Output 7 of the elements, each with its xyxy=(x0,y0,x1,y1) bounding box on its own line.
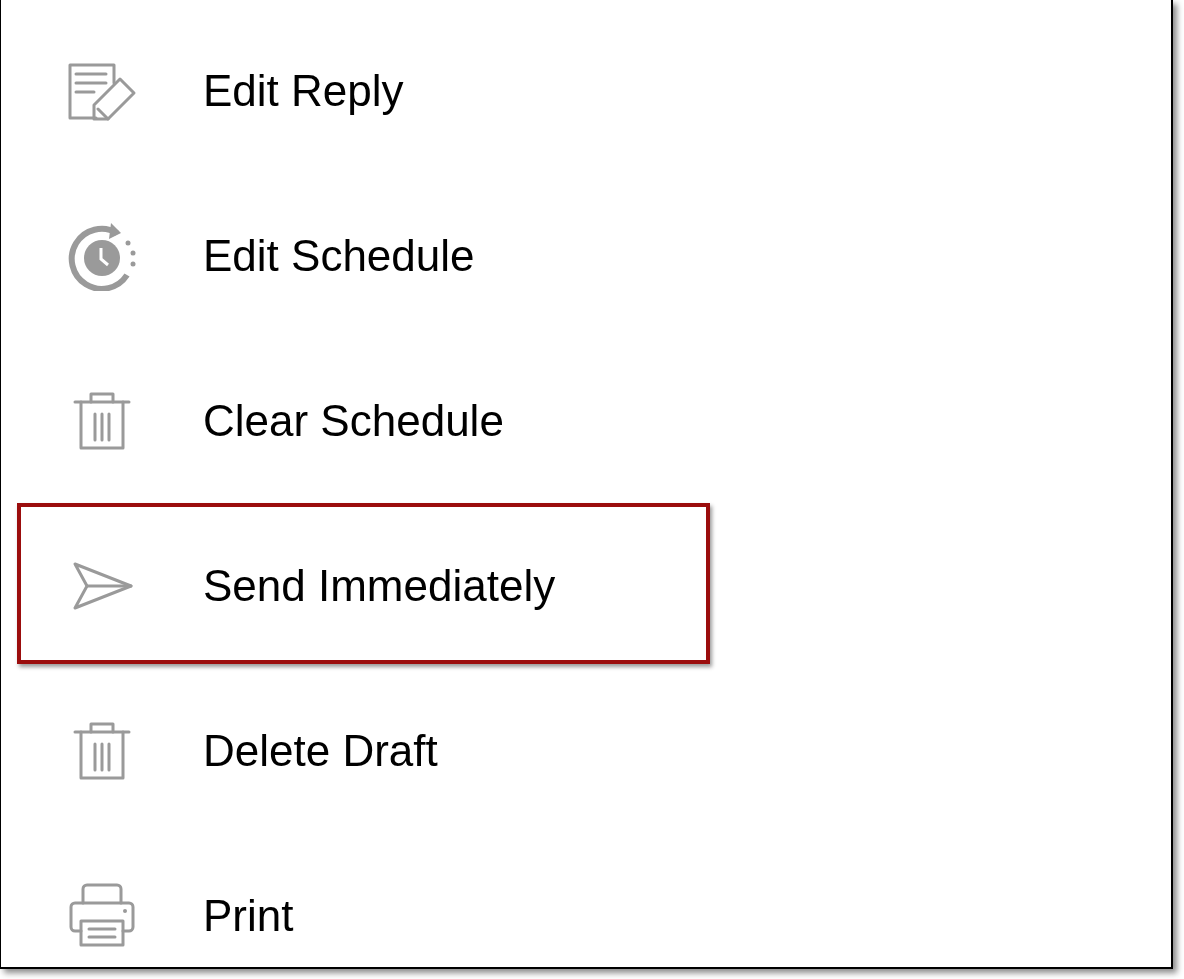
menu-item[interactable]: Edit Reply xyxy=(203,68,404,113)
menu-item[interactable]: Edit Schedule xyxy=(203,233,475,278)
menu-item[interactable]: Print xyxy=(203,893,294,938)
menu-item[interactable]: Send Immediately xyxy=(203,563,556,608)
menu-item[interactable]: Clear Schedule xyxy=(203,398,504,443)
menu-item[interactable]: Delete Draft xyxy=(203,728,438,773)
printer-icon xyxy=(69,882,135,949)
